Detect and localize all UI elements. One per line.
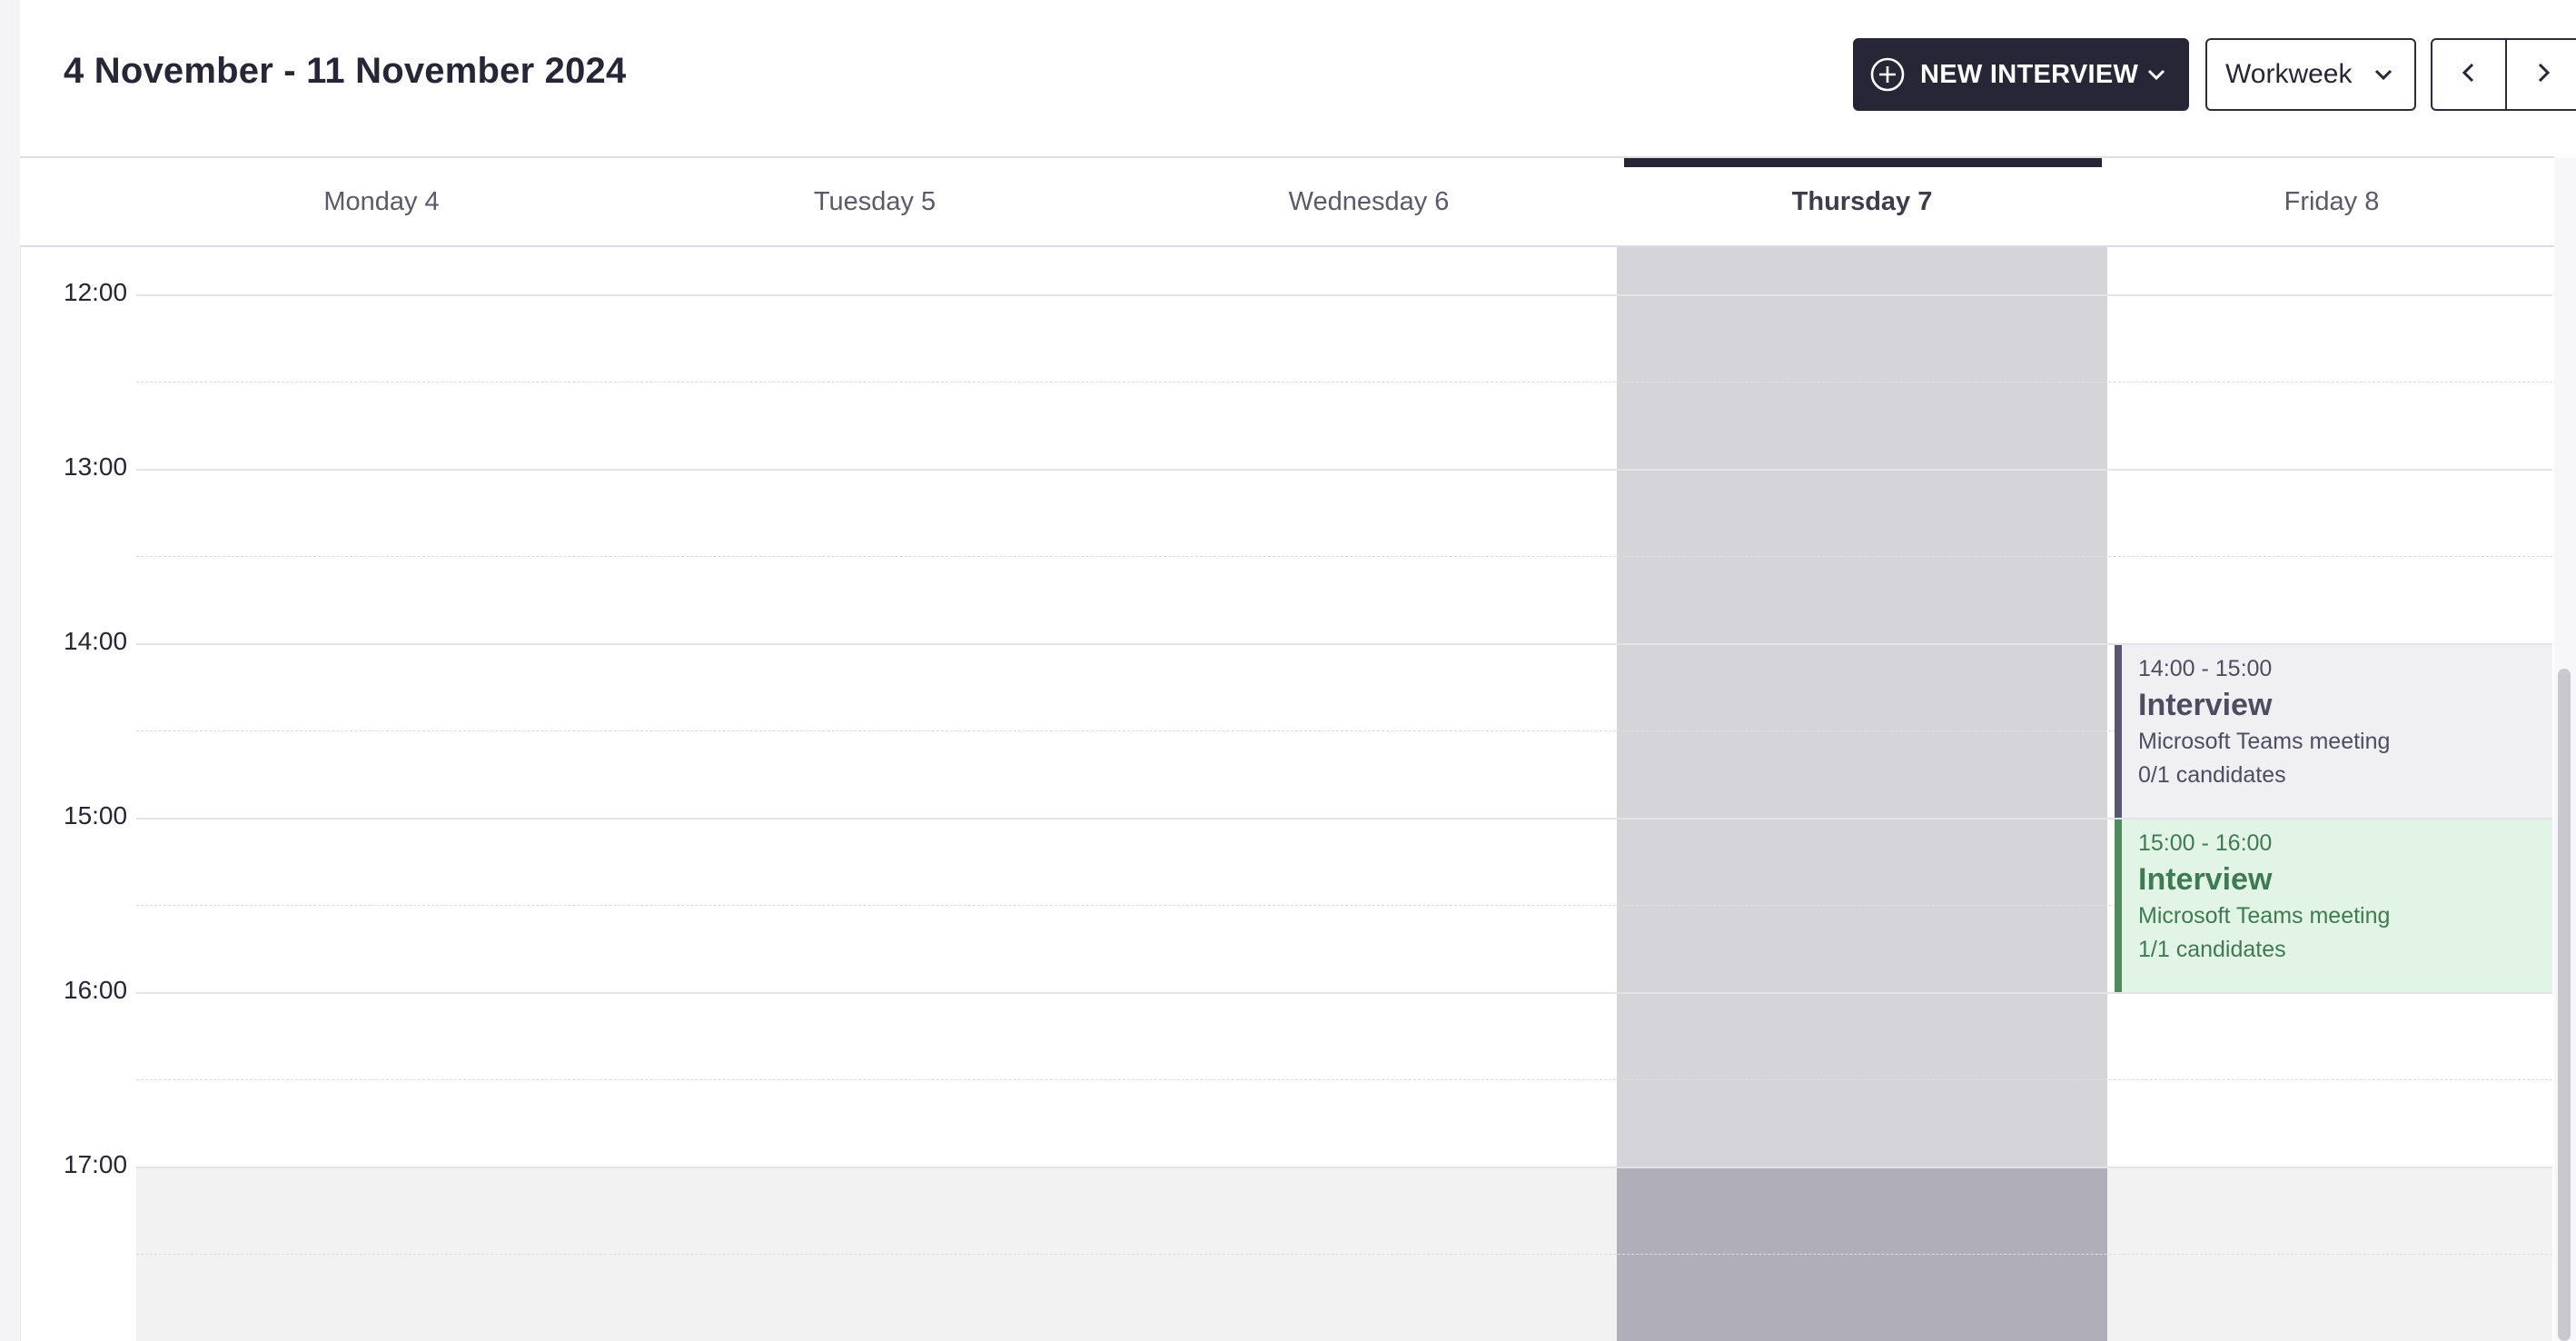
calendar-header: 4 November - 11 November 2024 NEW INTERV… — [20, 0, 2576, 156]
event-time: 15:00 - 16:00 — [2138, 830, 2273, 856]
view-select-value: Workweek — [2225, 59, 2353, 89]
event-candidates: 1/1 candidates — [2138, 937, 2286, 962]
event-status-bar — [2115, 645, 2122, 818]
event-title: Interview — [2138, 862, 2273, 897]
chevron-right-icon — [2529, 58, 2558, 92]
half-hour-line — [136, 1079, 2552, 1080]
after-hours-area — [136, 1168, 2552, 1341]
day-header-wednesday[interactable]: Wednesday 6 — [1123, 158, 1615, 245]
time-label: 13:00 — [64, 452, 128, 481]
hour-line — [136, 294, 2552, 296]
event-title: Interview — [2138, 688, 2273, 722]
next-week-button[interactable] — [2505, 40, 2576, 109]
left-rail — [0, 0, 21, 1341]
event-status-bar — [2115, 820, 2122, 992]
event-location: Microsoft Teams meeting — [2138, 729, 2391, 754]
event-time: 14:00 - 15:00 — [2138, 656, 2273, 681]
half-hour-line — [136, 1254, 2552, 1255]
event-location: Microsoft Teams meeting — [2138, 903, 2391, 929]
time-label: 14:00 — [64, 627, 128, 655]
chevron-left-icon — [2454, 58, 2483, 92]
hour-line — [136, 469, 2552, 471]
hour-line — [136, 1167, 2552, 1168]
chevron-down-icon — [2369, 60, 2398, 89]
half-hour-line — [136, 556, 2552, 557]
time-label: 15:00 — [64, 801, 128, 829]
previous-week-button[interactable] — [2432, 40, 2505, 109]
new-interview-button[interactable]: NEW INTERVIEW — [1853, 38, 2189, 111]
date-range-title: 4 November - 11 November 2024 — [64, 51, 627, 91]
day-header-friday[interactable]: Friday 8 — [2109, 158, 2554, 245]
day-header-tuesday[interactable]: Tuesday 5 — [629, 158, 1121, 245]
plus-circle-icon — [1869, 56, 1906, 93]
time-grid[interactable]: 12:00 13:00 14:00 15:00 16:00 17:00 14:0… — [20, 247, 2554, 1341]
hour-line — [136, 992, 2552, 994]
week-calendar: Monday 4 Tuesday 5 Wednesday 6 Thursday … — [20, 158, 2554, 1341]
time-label: 12:00 — [64, 278, 128, 306]
day-headers: Monday 4 Tuesday 5 Wednesday 6 Thursday … — [20, 158, 2554, 247]
interview-event[interactable]: 15:00 - 16:00 Interview Microsoft Teams … — [2115, 820, 2552, 992]
interview-event[interactable]: 14:00 - 15:00 Interview Microsoft Teams … — [2115, 645, 2552, 818]
week-navigation — [2431, 38, 2576, 111]
event-candidates: 0/1 candidates — [2138, 762, 2286, 788]
day-header-thursday[interactable]: Thursday 7 — [1617, 158, 2107, 245]
scrollbar-thumb[interactable] — [2558, 669, 2571, 1341]
view-select[interactable]: Workweek — [2205, 38, 2416, 111]
time-label: 17:00 — [64, 1150, 128, 1178]
time-label: 16:00 — [64, 976, 128, 1004]
chevron-down-icon[interactable] — [2142, 60, 2171, 89]
new-interview-label: NEW INTERVIEW — [1920, 59, 2139, 89]
today-after-hours — [1617, 1168, 2107, 1341]
day-header-monday[interactable]: Monday 4 — [136, 158, 627, 245]
